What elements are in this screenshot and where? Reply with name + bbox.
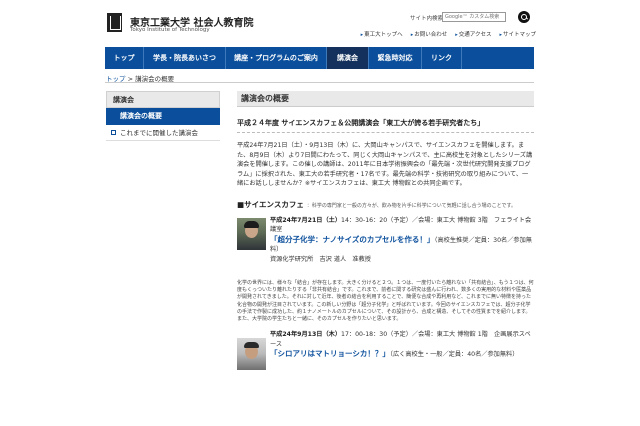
site-title-english: Tokyo Institute of Technology [130,27,210,33]
search-icon[interactable] [518,11,530,23]
sidebar-heading: 講演会 [106,91,220,108]
nav-top[interactable]: トップ [105,47,144,69]
intro-text: 平成24年7月21日（土）・9月13日（木）に、大岡山キャンパスで、サイエンスカ… [237,142,533,188]
speaker-photo [237,338,266,371]
lecture-title[interactable]: 「シロアリはマトリョーシカ！？」 [270,349,390,358]
lecture-title[interactable]: 「超分子化学：ナノサイズのカプセルを作る！」 [270,235,434,244]
university-logo-icon[interactable] [107,13,122,32]
sidebar: 講演会 講演会の概要 これまでに開催した講演会 [106,91,220,141]
lecture-description: 化学の世界には、様々な「結合」が存在します。大きく分けると２つ。１つは、一度付い… [237,279,534,322]
event-details: 平成24年7月21日（土）14：30-16：20（予定）／会場：東工大 博物館 … [270,216,534,264]
nav-links[interactable]: リンク [422,47,462,69]
event-date: 平成24年7月21日（土） [270,216,342,224]
speaker-photo [237,217,266,250]
sidebar-item-overview[interactable]: 講演会の概要 [106,108,220,125]
link-tokyotech-top[interactable]: 東工大トップへ [361,30,403,38]
nav-programs[interactable]: 講座・プログラムのご案内 [226,47,327,69]
utility-links: 東工大トップへ お問い合わせ 交通アクセス サイトマップ [360,30,536,38]
section-note: ：科学の専門家と一般の方々が、飲み物を片手に科学について気軽に話し合う場のことで… [306,202,516,209]
square-bullet-icon [111,130,116,135]
divider [105,82,534,83]
section-heading: ■サイエンスカフェ ：科学の専門家と一般の方々が、飲み物を片手に科学について気軽に… [237,199,534,210]
page-title: 講演会の概要 [237,91,534,107]
section-title: ■サイエンスカフェ [237,199,304,209]
main-content: 講演会の概要 平成２４年度 サイエンスカフェ＆公開講演会「東工大が誇る若手研究者… [237,91,534,390]
link-contact[interactable]: お問い合わせ [411,30,447,38]
nav-lectures[interactable]: 講演会 [327,47,369,69]
event-date: 平成24年9月13日（木） [270,331,342,339]
nav-emergency[interactable]: 緊急時対応 [369,47,422,69]
global-nav: トップ 学長・院長あいさつ 講座・プログラムのご案内 講演会 緊急時対応 リンク [105,47,534,69]
page: 東京工業大学 社会人教育院 Tokyo Institute of Technol… [0,0,640,426]
site-header: 東京工業大学 社会人教育院 Tokyo Institute of Technol… [0,0,640,46]
event-item: 平成24年7月21日（土）14：30-16：20（予定）／会場：東工大 博物館 … [237,216,534,278]
link-access[interactable]: 交通アクセス [455,30,492,38]
nav-greeting[interactable]: 学長・院長あいさつ [144,47,226,69]
sidebar-item-past-lectures[interactable]: これまでに開催した講演会 [106,125,220,141]
event-audience: （広く高校生・一般／定員：40名／参加無料） [389,351,519,358]
link-sitemap[interactable]: サイトマップ [499,30,536,38]
site-search-label: サイト内検索 [410,16,444,22]
speaker-name: 資源化学研究所 吉沢 道人 准教授 [270,255,371,263]
event-details: 平成24年9月13日（木）17：00-18：30（予定）／会場：東工大 博物館 … [270,330,534,359]
event-series-title: 平成２４年度 サイエンスカフェ＆公開講演会「東工大が誇る若手研究者たち」 [237,118,534,133]
search-input[interactable] [442,12,506,22]
event-item: 平成24年9月13日（木）17：00-18：30（予定）／会場：東工大 博物館 … [237,330,534,390]
sidebar-item-label: これまでに開催した講演会 [120,129,198,137]
